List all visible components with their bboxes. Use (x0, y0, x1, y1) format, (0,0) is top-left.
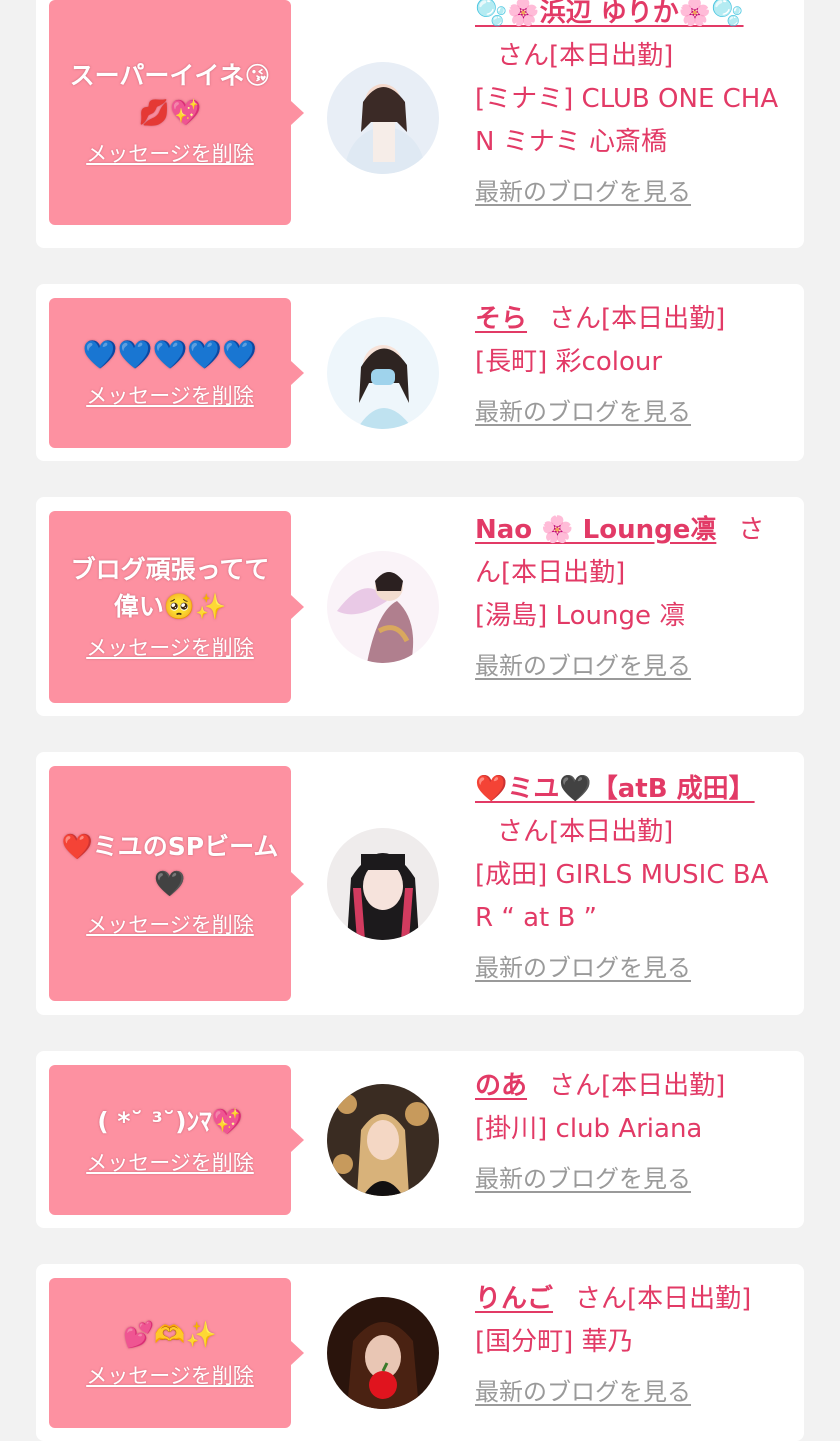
delete-message-link[interactable]: メッセージを削除 (86, 633, 254, 663)
shop-area: [掛川] club Ariana (475, 1114, 703, 1144)
shift-status: [本日出勤] (549, 41, 674, 71)
cast-name-link[interactable]: Nao 🌸 Lounge凛 (475, 515, 716, 545)
latest-blog-link[interactable]: 最新のブログを見る (475, 952, 785, 984)
cast-name-link[interactable]: のあ (475, 1071, 527, 1101)
latest-blog-link[interactable]: 最新のブログを見る (475, 650, 785, 682)
shift-status: [本日出勤] (549, 817, 674, 847)
shop-area: [長町] 彩colour (475, 347, 663, 377)
shop-area: [成田] GIRLS MUSIC BAR “ at B ” (475, 860, 769, 933)
message-bubble: 💕🫶✨ メッセージを削除 (49, 1278, 304, 1428)
avatar[interactable] (327, 551, 439, 663)
message-bubble: ブログ頑張ってて偉い🥺✨ メッセージを削除 (49, 511, 304, 703)
cast-name-link[interactable]: りんご (475, 1284, 553, 1314)
message-card: 💕🫶✨ メッセージを削除 りんご さん[本日出勤] [国分町] 華乃 最新のブログ… (36, 1264, 804, 1441)
message-card: ブログ頑張ってて偉い🥺✨ メッセージを削除 Nao 🌸 Lounge凛 さん[本日… (36, 497, 804, 716)
latest-blog-link[interactable]: 最新のブログを見る (475, 176, 785, 208)
message-bubble: スーパーイイネ😘💋💖 メッセージを削除 (49, 0, 304, 225)
message-text: 💕🫶✨ (123, 1319, 217, 1349)
message-text: 💙💙💙💙💙 (82, 337, 258, 371)
message-text: ❤️ミユのSPビーム🖤 (61, 831, 279, 898)
shift-status: [本日出勤] (627, 1284, 752, 1314)
shop-area: [ミナミ] CLUB ONE CHAN ミナミ 心斎橋 (475, 84, 779, 157)
honorific: さん (497, 817, 550, 847)
honorific: さん (497, 41, 550, 71)
latest-blog-link[interactable]: 最新のブログを見る (475, 1376, 785, 1408)
delete-message-link[interactable]: メッセージを削除 (86, 910, 254, 940)
cast-name-link[interactable]: 🫧🌸浜辺 ゆりか🌸🫧 (475, 0, 744, 28)
message-card: ( *˘ ³˘)ﾝﾏ💖 メッセージを削除 のあ さん[本日出勤] [掛川] clu… (36, 1051, 804, 1228)
delete-message-link[interactable]: メッセージを削除 (86, 1148, 254, 1178)
cast-name-link[interactable]: そら (475, 304, 527, 334)
message-bubble: ( *˘ ³˘)ﾝﾏ💖 メッセージを削除 (49, 1065, 304, 1215)
cast-info: 🫧🌸浜辺 ゆりか🌸🫧 さん[本日出勤] [ミナミ] CLUB ONE CHAN ミ… (475, 0, 785, 208)
message-card: ❤️ミユのSPビーム🖤 メッセージを削除 ❤️ミユ🖤【atB 成田】さん[本日出… (36, 752, 804, 1015)
cast-info: Nao 🌸 Lounge凛 さん[本日出勤] [湯島] Lounge 凛 最新のブ… (475, 509, 785, 682)
message-text: ブログ頑張ってて偉い🥺✨ (70, 555, 270, 621)
message-text: スーパーイイネ😘💋💖 (69, 60, 271, 127)
delete-message-link[interactable]: メッセージを削除 (86, 139, 254, 169)
cast-name-link[interactable]: ❤️ミユ🖤【atB 成田】 (475, 774, 755, 804)
shop-area: [国分町] 華乃 (475, 1327, 634, 1357)
cast-info: そら さん[本日出勤] [長町] 彩colour 最新のブログを見る (475, 298, 785, 428)
honorific: さん (549, 304, 602, 334)
cast-info: りんご さん[本日出勤] [国分町] 華乃 最新のブログを見る (475, 1278, 785, 1408)
cast-info: ❤️ミユ🖤【atB 成田】さん[本日出勤] [成田] GIRLS MUSIC B… (475, 768, 785, 984)
delete-message-link[interactable]: メッセージを削除 (86, 381, 254, 411)
message-card: スーパーイイネ😘💋💖 メッセージを削除 🫧🌸浜辺 ゆりか🌸🫧 さん[本日出勤] [… (36, 0, 804, 248)
avatar[interactable] (327, 62, 439, 174)
message-bubble: ❤️ミユのSPビーム🖤 メッセージを削除 (49, 766, 304, 1001)
latest-blog-link[interactable]: 最新のブログを見る (475, 396, 785, 428)
cast-info: のあ さん[本日出勤] [掛川] club Ariana 最新のブログを見る (475, 1065, 785, 1195)
shift-status: [本日出勤] (501, 558, 626, 588)
shop-area: [湯島] Lounge 凛 (475, 601, 686, 631)
honorific: さん (549, 1071, 602, 1101)
shift-status: [本日出勤] (601, 304, 726, 334)
avatar[interactable] (327, 1084, 439, 1196)
honorific: さん (575, 1284, 628, 1314)
message-card: 💙💙💙💙💙 メッセージを削除 そら さん[本日出勤] [長町] 彩colour 最… (36, 284, 804, 461)
message-text: ( *˘ ³˘)ﾝﾏ💖 (97, 1106, 243, 1136)
avatar[interactable] (327, 1297, 439, 1409)
avatar[interactable] (327, 317, 439, 429)
shift-status: [本日出勤] (601, 1071, 726, 1101)
delete-message-link[interactable]: メッセージを削除 (86, 1361, 254, 1391)
latest-blog-link[interactable]: 最新のブログを見る (475, 1163, 785, 1195)
avatar[interactable] (327, 828, 439, 940)
message-bubble: 💙💙💙💙💙 メッセージを削除 (49, 298, 304, 448)
